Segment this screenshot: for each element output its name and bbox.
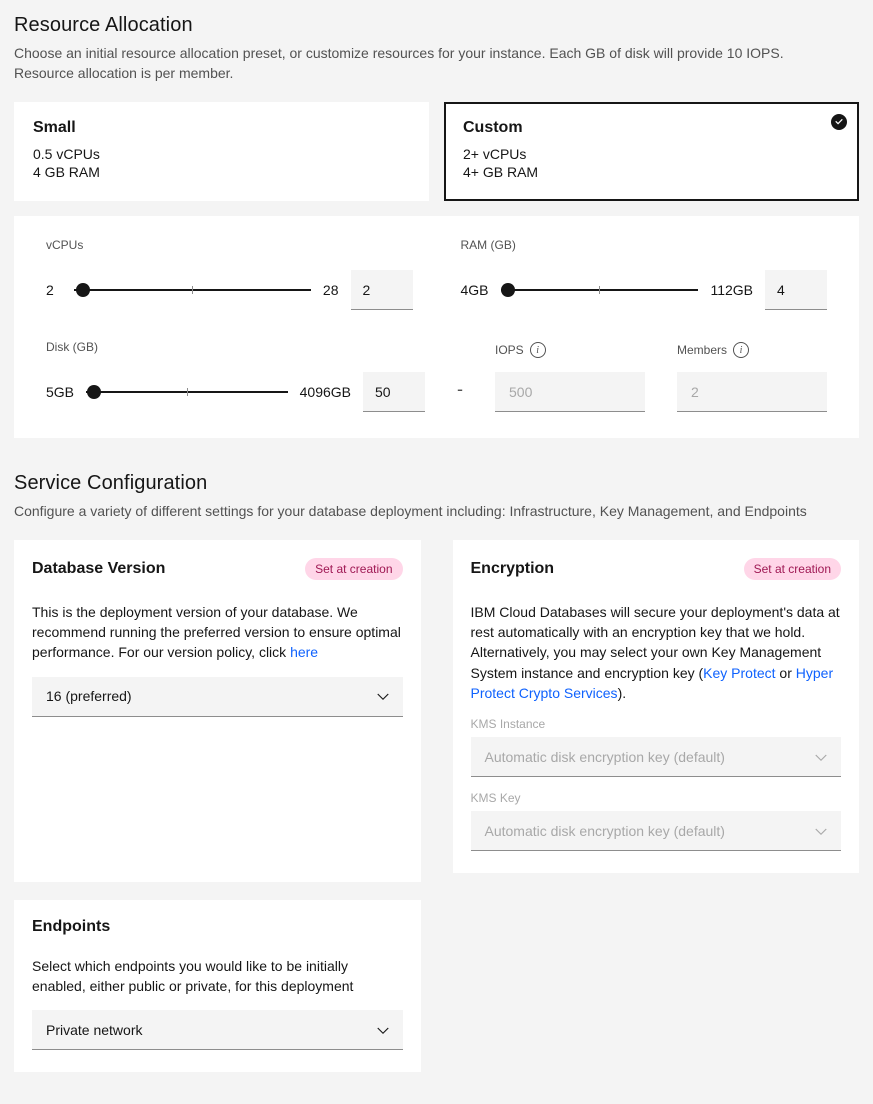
kms-key-label: KMS Key — [471, 791, 842, 805]
preset-row: Small 0.5 vCPUs 4 GB RAM Custom 2+ vCPUs… — [14, 102, 859, 202]
kms-instance-value: Automatic disk encryption key (default) — [485, 749, 725, 765]
ram-slider[interactable] — [501, 289, 699, 291]
info-icon[interactable]: i — [530, 342, 546, 358]
custom-resource-panel: vCPUs 2 28 RAM (GB) 4GB 112GB — [14, 216, 859, 438]
kms-instance-label: KMS Instance — [471, 717, 842, 731]
iops-block: IOPS i — [495, 342, 645, 412]
preset-small-ram: 4 GB RAM — [33, 163, 410, 182]
vcpu-slider[interactable] — [74, 289, 311, 291]
database-version-card: Database Version Set at creation This is… — [14, 540, 421, 882]
chevron-down-icon — [377, 688, 389, 704]
encryption-text: IBM Cloud Databases will secure your dep… — [471, 602, 842, 703]
disk-min: 5GB — [46, 384, 74, 400]
db-version-value: 16 (preferred) — [46, 688, 132, 704]
disk-value-input[interactable] — [363, 372, 425, 412]
db-version-title: Database Version — [32, 560, 165, 578]
set-at-creation-badge: Set at creation — [305, 558, 402, 580]
preset-small-cpu: 0.5 vCPUs — [33, 145, 410, 164]
disk-slider[interactable] — [86, 391, 288, 393]
db-version-select[interactable]: 16 (preferred) — [32, 677, 403, 717]
version-policy-link[interactable]: here — [290, 644, 318, 660]
vcpu-min: 2 — [46, 282, 62, 298]
ram-min: 4GB — [461, 282, 489, 298]
vcpu-label: vCPUs — [46, 238, 413, 252]
service-config-desc: Configure a variety of different setting… — [14, 501, 844, 521]
disk-block: Disk (GB) 5GB 4096GB — [46, 340, 425, 412]
members-value — [677, 372, 827, 412]
ram-label: RAM (GB) — [461, 238, 828, 252]
service-config-title: Service Configuration — [14, 472, 859, 495]
ram-max: 112GB — [710, 282, 753, 298]
encryption-title: Encryption — [471, 560, 555, 578]
db-version-text: This is the deployment version of your d… — [32, 602, 403, 663]
preset-custom-title: Custom — [463, 119, 840, 137]
checkmark-icon — [831, 114, 847, 130]
kms-instance-select[interactable]: Automatic disk encryption key (default) — [471, 737, 842, 777]
endpoints-card: Endpoints Select which endpoints you wou… — [14, 900, 421, 1073]
kms-key-value: Automatic disk encryption key (default) — [485, 823, 725, 839]
endpoints-value: Private network — [46, 1022, 142, 1038]
ram-value-input[interactable] — [765, 270, 827, 310]
preset-custom[interactable]: Custom 2+ vCPUs 4+ GB RAM — [444, 102, 859, 202]
resource-allocation-desc: Choose an initial resource allocation pr… — [14, 43, 844, 84]
kms-key-select[interactable]: Automatic disk encryption key (default) — [471, 811, 842, 851]
disk-label: Disk (GB) — [46, 340, 425, 354]
resource-allocation-title: Resource Allocation — [14, 14, 859, 37]
vcpu-block: vCPUs 2 28 — [46, 238, 413, 310]
members-label: Members — [677, 343, 727, 357]
preset-small-title: Small — [33, 119, 410, 137]
chevron-down-icon — [815, 823, 827, 839]
iops-label: IOPS — [495, 343, 524, 357]
endpoints-text: Select which endpoints you would like to… — [32, 956, 403, 997]
vcpu-value-input[interactable] — [351, 270, 413, 310]
preset-custom-cpu: 2+ vCPUs — [463, 145, 840, 164]
endpoints-select[interactable]: Private network — [32, 1010, 403, 1050]
dash-separator: - — [457, 379, 463, 412]
disk-max: 4096GB — [300, 384, 351, 400]
key-protect-link[interactable]: Key Protect — [703, 665, 775, 681]
info-icon[interactable]: i — [733, 342, 749, 358]
set-at-creation-badge: Set at creation — [744, 558, 841, 580]
preset-custom-ram: 4+ GB RAM — [463, 163, 840, 182]
vcpu-max: 28 — [323, 282, 339, 298]
chevron-down-icon — [815, 749, 827, 765]
ram-block: RAM (GB) 4GB 112GB — [461, 238, 828, 310]
chevron-down-icon — [377, 1022, 389, 1038]
iops-value — [495, 372, 645, 412]
members-block: Members i — [677, 342, 827, 412]
preset-small[interactable]: Small 0.5 vCPUs 4 GB RAM — [14, 102, 429, 202]
endpoints-title: Endpoints — [32, 918, 110, 936]
encryption-card: Encryption Set at creation IBM Cloud Dat… — [453, 540, 860, 873]
